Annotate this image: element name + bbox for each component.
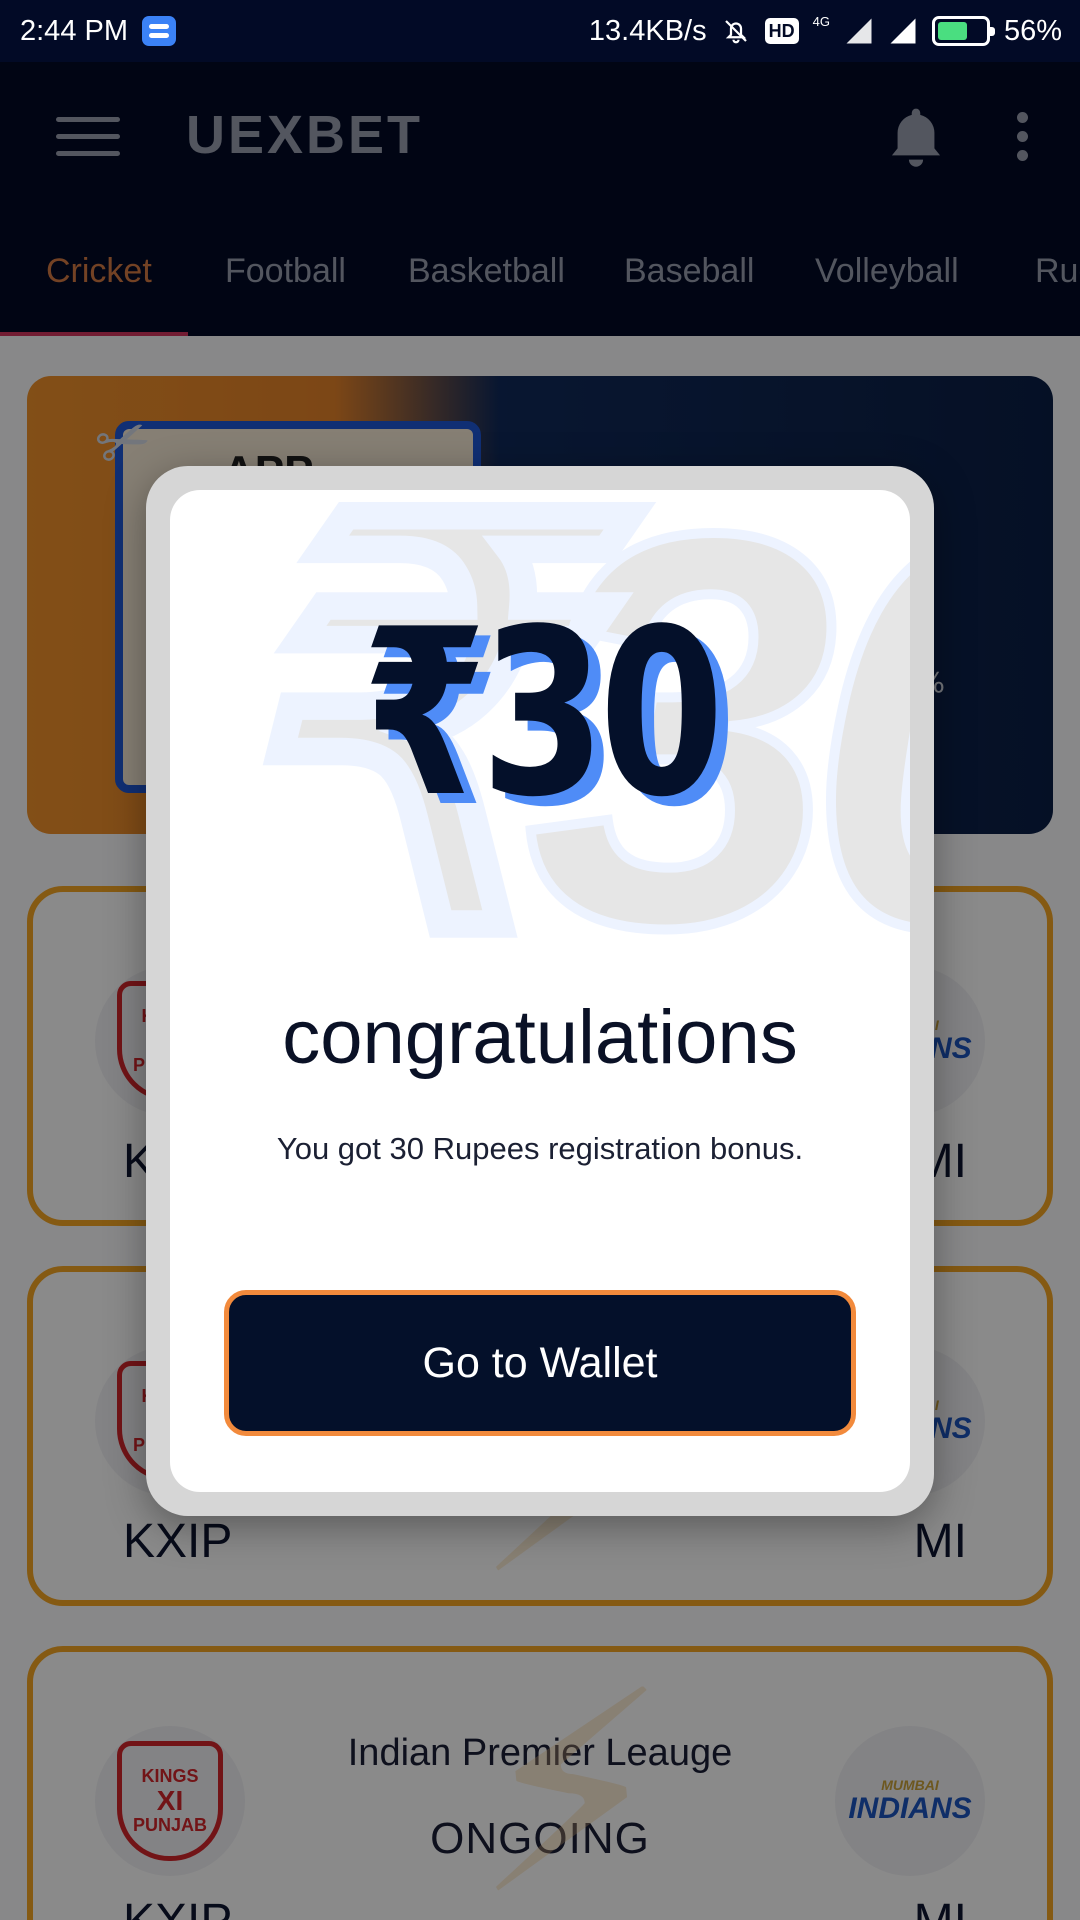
status-bar-right: 13.4KB/s HD 4G 56% xyxy=(588,13,1062,48)
status-bar-left: 2:44 PM xyxy=(20,15,176,48)
go-to-wallet-button[interactable]: Go to Wallet xyxy=(224,1290,856,1436)
signal-icon xyxy=(846,18,872,44)
bonus-dialog-frame: ₹30 ₹30 congratulations You got 30 Rupee… xyxy=(146,466,934,1516)
dialog-message: You got 30 Rupees registration bonus. xyxy=(276,1131,804,1166)
status-bar: 2:44 PM 13.4KB/s HD 4G 56% xyxy=(0,0,1080,62)
bonus-amount: ₹30 xyxy=(362,581,724,848)
network-type: 4G xyxy=(812,13,830,29)
net-speed: 13.4KB/s xyxy=(588,14,707,47)
battery-icon xyxy=(931,16,995,46)
battery-percent: 56% xyxy=(1003,14,1062,47)
hd-badge: HD xyxy=(764,18,799,44)
signal-icon-2 xyxy=(890,18,916,44)
bell-off-icon xyxy=(724,20,747,44)
app-switch-icon xyxy=(142,16,176,46)
dialog-title: congratulations xyxy=(282,995,798,1080)
status-time: 2:44 PM xyxy=(20,14,128,47)
bonus-dialog: ₹30 ₹30 congratulations You got 30 Rupee… xyxy=(170,490,910,1492)
